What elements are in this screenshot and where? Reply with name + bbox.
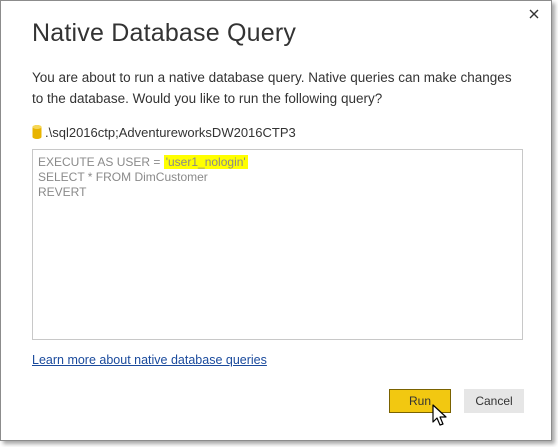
close-icon (529, 9, 539, 19)
cancel-button[interactable]: Cancel (464, 389, 524, 413)
close-button[interactable] (521, 3, 547, 25)
highlighted-user: 'user1_nologin' (163, 155, 248, 169)
query-line-3: REVERT (38, 185, 87, 199)
query-line-1: EXECUTE AS USER = 'user1_nologin' (38, 155, 517, 170)
data-source: .\sql2016ctp;AdventureworksDW2016CTP3 (32, 122, 296, 142)
database-icon (32, 125, 42, 139)
query-line-2: SELECT * FROM DimCustomer (38, 170, 208, 184)
run-button[interactable]: Run (389, 389, 451, 413)
query-textbox[interactable]: EXECUTE AS USER = 'user1_nologin' SELECT… (32, 149, 523, 340)
native-query-dialog: Native Database Query You are about to r… (0, 0, 552, 441)
data-source-label: .\sql2016ctp;AdventureworksDW2016CTP3 (45, 124, 296, 140)
learn-more-link[interactable]: Learn more about native database queries (32, 353, 267, 367)
warning-message: You are about to run a native database q… (32, 70, 512, 106)
query-line-1-prefix: EXECUTE AS USER = (38, 155, 164, 169)
dialog-title: Native Database Query (32, 19, 297, 47)
